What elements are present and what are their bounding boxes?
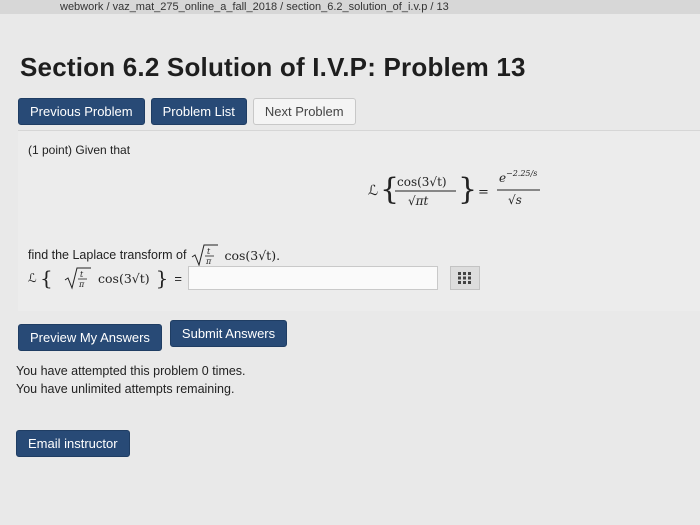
problem-points: (1 point) Given that bbox=[28, 143, 131, 157]
sqrt-t-over-pi-icon-answer: t π bbox=[64, 267, 91, 290]
laplace-brace-right: } bbox=[155, 266, 169, 290]
grid-icon bbox=[457, 272, 471, 284]
find-instruction: find the Laplace transform of t π cos(3√… bbox=[28, 243, 280, 267]
svg-text:t: t bbox=[207, 247, 211, 256]
rhs-denominator: √s bbox=[508, 193, 522, 207]
svg-text:{: { bbox=[40, 266, 53, 290]
find-expression: cos(3√t). bbox=[224, 247, 281, 263]
email-section: Email instructor bbox=[16, 430, 130, 457]
preview-answers-button[interactable]: Preview My Answers bbox=[18, 324, 162, 351]
answer-input[interactable] bbox=[187, 266, 438, 290]
problem-nav: Previous Problem Problem List Next Probl… bbox=[18, 98, 356, 125]
rhs-exponent: −2.25/s bbox=[506, 169, 537, 178]
svg-text:ℒ: ℒ bbox=[28, 271, 37, 285]
answer-actions: Preview My Answers Submit Answers bbox=[18, 320, 288, 351]
previous-problem-button[interactable]: Previous Problem bbox=[18, 98, 145, 125]
svg-text:π: π bbox=[78, 280, 85, 289]
answer-equals: = bbox=[174, 270, 182, 286]
laplace-operator: ℒ bbox=[368, 183, 378, 199]
given-denominator: √πt bbox=[408, 194, 429, 208]
email-instructor-button[interactable]: Email instructor bbox=[16, 430, 130, 457]
attempt-status: You have attempted this problem 0 times.… bbox=[16, 362, 246, 398]
right-brace: } bbox=[458, 172, 477, 207]
problem-list-button[interactable]: Problem List bbox=[150, 98, 247, 125]
attempted-text: You have attempted this problem 0 times. bbox=[16, 364, 246, 378]
sqrt-t-over-pi-icon: t π bbox=[192, 244, 219, 267]
breadcrumb[interactable]: webwork / vaz_mat_275_online_a_fall_2018… bbox=[0, 0, 700, 14]
given-numerator: cos(3√t) bbox=[397, 175, 447, 189]
equation-editor-button[interactable] bbox=[449, 266, 480, 290]
find-text: find the Laplace transform of bbox=[28, 248, 187, 262]
remaining-text: You have unlimited attempts remaining. bbox=[16, 382, 235, 396]
answer-expression: cos(3√t) bbox=[98, 270, 150, 286]
answer-row: ℒ { t π cos(3√t) } = bbox=[28, 265, 480, 291]
given-equation-graphic: ℒ { cos(3√t) √πt } = e −2.25/s √s bbox=[368, 169, 540, 208]
next-problem-button[interactable]: Next Problem bbox=[252, 98, 356, 125]
given-equation: ℒ { cos(3√t) √πt } = e −2.25/s √s bbox=[368, 166, 558, 221]
equals-sign: = bbox=[478, 185, 489, 200]
page-title: Section 6.2 Solution of I.V.P: Problem 1… bbox=[20, 52, 526, 82]
problem-box: (1 point) Given that ℒ { cos(3√t) √πt } … bbox=[18, 130, 700, 311]
laplace-brace-left: ℒ { bbox=[28, 266, 53, 290]
submit-answers-button[interactable]: Submit Answers bbox=[169, 320, 288, 347]
svg-text:t: t bbox=[80, 270, 84, 279]
